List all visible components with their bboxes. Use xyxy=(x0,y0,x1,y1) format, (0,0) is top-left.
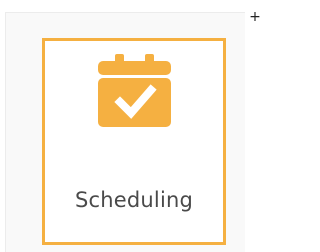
add-button[interactable]: + xyxy=(249,10,261,24)
scheduling-tile-label: Scheduling xyxy=(74,188,194,212)
page: + Scheduling xyxy=(0,0,262,252)
scheduling-tile[interactable]: Scheduling xyxy=(42,38,226,245)
calendar-check-icon xyxy=(98,54,171,127)
